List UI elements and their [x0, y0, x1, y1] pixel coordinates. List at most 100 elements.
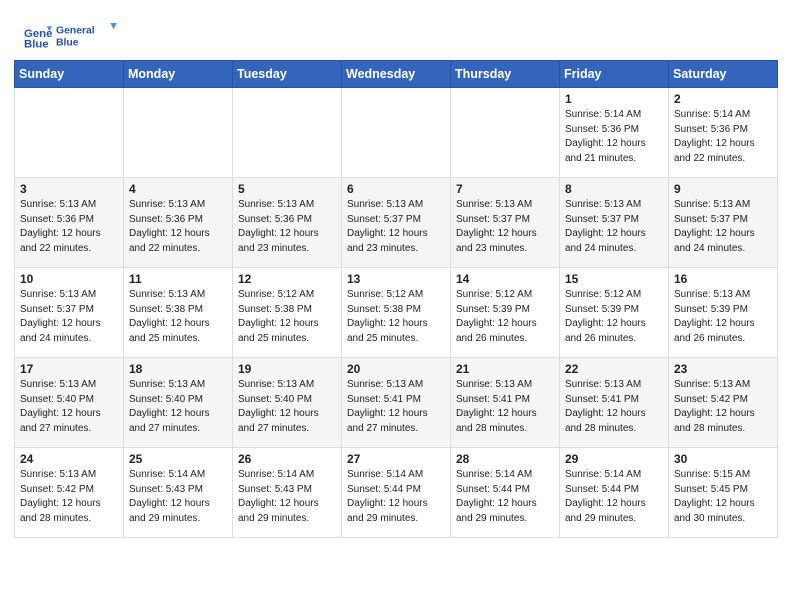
day-info: Sunrise: 5:15 AMSunset: 5:45 PMDaylight:… [674, 468, 772, 526]
day-info: Sunrise: 5:14 AMSunset: 5:36 PMDaylight:… [565, 108, 663, 166]
logo: General Blue General Blue [24, 18, 120, 52]
day-cell: 2 Sunrise: 5:14 AMSunset: 5:36 PMDaylight… [669, 88, 778, 178]
day-cell [233, 88, 342, 178]
day-number: 23 [674, 362, 772, 376]
day-number: 13 [347, 272, 445, 286]
day-cell: 25 Sunrise: 5:14 AMSunset: 5:43 PMDayligh… [124, 448, 233, 538]
day-info: Sunrise: 5:14 AMSunset: 5:43 PMDaylight:… [238, 468, 336, 526]
day-cell: 26 Sunrise: 5:14 AMSunset: 5:43 PMDayligh… [233, 448, 342, 538]
day-cell: 16 Sunrise: 5:13 AMSunset: 5:39 PMDayligh… [669, 268, 778, 358]
day-number: 18 [129, 362, 227, 376]
day-number: 28 [456, 452, 554, 466]
day-cell: 23 Sunrise: 5:13 AMSunset: 5:42 PMDayligh… [669, 358, 778, 448]
day-info: Sunrise: 5:13 AMSunset: 5:42 PMDaylight:… [674, 378, 772, 436]
day-info: Sunrise: 5:13 AMSunset: 5:36 PMDaylight:… [129, 198, 227, 256]
day-info: Sunrise: 5:13 AMSunset: 5:37 PMDaylight:… [20, 288, 118, 346]
week-row-1: 1 Sunrise: 5:14 AMSunset: 5:36 PMDaylight… [15, 88, 778, 178]
day-cell [124, 88, 233, 178]
day-info: Sunrise: 5:13 AMSunset: 5:40 PMDaylight:… [20, 378, 118, 436]
day-info: Sunrise: 5:14 AMSunset: 5:44 PMDaylight:… [456, 468, 554, 526]
day-number: 10 [20, 272, 118, 286]
day-number: 11 [129, 272, 227, 286]
day-number: 21 [456, 362, 554, 376]
svg-text:Blue: Blue [56, 37, 79, 48]
week-row-5: 24 Sunrise: 5:13 AMSunset: 5:42 PMDayligh… [15, 448, 778, 538]
day-cell: 18 Sunrise: 5:13 AMSunset: 5:40 PMDayligh… [124, 358, 233, 448]
calendar-wrapper: SundayMondayTuesdayWednesdayThursdayFrid… [0, 60, 792, 552]
day-number: 24 [20, 452, 118, 466]
day-number: 16 [674, 272, 772, 286]
logo-icon: General Blue [24, 21, 52, 49]
svg-text:Blue: Blue [24, 38, 49, 49]
day-cell: 13 Sunrise: 5:12 AMSunset: 5:38 PMDayligh… [342, 268, 451, 358]
day-number: 6 [347, 182, 445, 196]
day-info: Sunrise: 5:14 AMSunset: 5:36 PMDaylight:… [674, 108, 772, 166]
day-number: 15 [565, 272, 663, 286]
day-cell: 11 Sunrise: 5:13 AMSunset: 5:38 PMDayligh… [124, 268, 233, 358]
day-number: 1 [565, 92, 663, 106]
day-cell: 21 Sunrise: 5:13 AMSunset: 5:41 PMDayligh… [451, 358, 560, 448]
day-number: 26 [238, 452, 336, 466]
day-info: Sunrise: 5:12 AMSunset: 5:38 PMDaylight:… [238, 288, 336, 346]
day-info: Sunrise: 5:13 AMSunset: 5:42 PMDaylight:… [20, 468, 118, 526]
day-info: Sunrise: 5:12 AMSunset: 5:39 PMDaylight:… [456, 288, 554, 346]
week-row-2: 3 Sunrise: 5:13 AMSunset: 5:36 PMDaylight… [15, 178, 778, 268]
day-number: 20 [347, 362, 445, 376]
day-number: 2 [674, 92, 772, 106]
day-number: 14 [456, 272, 554, 286]
header-cell-sunday: Sunday [15, 61, 124, 88]
day-cell: 3 Sunrise: 5:13 AMSunset: 5:36 PMDaylight… [15, 178, 124, 268]
day-info: Sunrise: 5:13 AMSunset: 5:37 PMDaylight:… [347, 198, 445, 256]
week-row-3: 10 Sunrise: 5:13 AMSunset: 5:37 PMDayligh… [15, 268, 778, 358]
day-number: 4 [129, 182, 227, 196]
day-info: Sunrise: 5:13 AMSunset: 5:39 PMDaylight:… [674, 288, 772, 346]
day-number: 9 [674, 182, 772, 196]
day-info: Sunrise: 5:13 AMSunset: 5:37 PMDaylight:… [456, 198, 554, 256]
day-info: Sunrise: 5:13 AMSunset: 5:40 PMDaylight:… [238, 378, 336, 436]
day-cell: 8Sunrise: 5:13 AMSunset: 5:37 PMDaylight… [560, 178, 669, 268]
day-cell: 10 Sunrise: 5:13 AMSunset: 5:37 PMDayligh… [15, 268, 124, 358]
day-cell: 1 Sunrise: 5:14 AMSunset: 5:36 PMDaylight… [560, 88, 669, 178]
day-info: Sunrise: 5:12 AMSunset: 5:38 PMDaylight:… [347, 288, 445, 346]
day-cell: 14 Sunrise: 5:12 AMSunset: 5:39 PMDayligh… [451, 268, 560, 358]
day-number: 8 [565, 182, 663, 196]
day-info: Sunrise: 5:14 AMSunset: 5:44 PMDaylight:… [347, 468, 445, 526]
day-cell: 4 Sunrise: 5:13 AMSunset: 5:36 PMDaylight… [124, 178, 233, 268]
day-info: Sunrise: 5:13 AMSunset: 5:37 PMDaylight:… [674, 198, 772, 256]
header-cell-wednesday: Wednesday [342, 61, 451, 88]
day-number: 27 [347, 452, 445, 466]
day-cell: 17 Sunrise: 5:13 AMSunset: 5:40 PMDayligh… [15, 358, 124, 448]
day-cell [342, 88, 451, 178]
day-info: Sunrise: 5:13 AMSunset: 5:41 PMDaylight:… [565, 378, 663, 436]
day-info: Sunrise: 5:14 AMSunset: 5:44 PMDaylight:… [565, 468, 663, 526]
day-cell: 24 Sunrise: 5:13 AMSunset: 5:42 PMDayligh… [15, 448, 124, 538]
day-info: Sunrise: 5:13 AMSunset: 5:41 PMDaylight:… [347, 378, 445, 436]
page-header: General Blue General Blue [0, 0, 792, 60]
day-number: 3 [20, 182, 118, 196]
day-cell: 30 Sunrise: 5:15 AMSunset: 5:45 PMDayligh… [669, 448, 778, 538]
day-number: 29 [565, 452, 663, 466]
day-cell: 22Sunrise: 5:13 AMSunset: 5:41 PMDayligh… [560, 358, 669, 448]
day-info: Sunrise: 5:13 AMSunset: 5:36 PMDaylight:… [20, 198, 118, 256]
day-cell: 20 Sunrise: 5:13 AMSunset: 5:41 PMDayligh… [342, 358, 451, 448]
day-number: 30 [674, 452, 772, 466]
svg-text:General: General [56, 25, 95, 36]
calendar-header-row: SundayMondayTuesdayWednesdayThursdayFrid… [15, 61, 778, 88]
day-cell: 19Sunrise: 5:13 AMSunset: 5:40 PMDayligh… [233, 358, 342, 448]
day-cell: 27 Sunrise: 5:14 AMSunset: 5:44 PMDayligh… [342, 448, 451, 538]
day-cell [15, 88, 124, 178]
day-number: 17 [20, 362, 118, 376]
day-cell: 7 Sunrise: 5:13 AMSunset: 5:37 PMDaylight… [451, 178, 560, 268]
day-number: 7 [456, 182, 554, 196]
day-info: Sunrise: 5:13 AMSunset: 5:36 PMDaylight:… [238, 198, 336, 256]
day-info: Sunrise: 5:14 AMSunset: 5:43 PMDaylight:… [129, 468, 227, 526]
day-cell: 5Sunrise: 5:13 AMSunset: 5:36 PMDaylight… [233, 178, 342, 268]
day-cell: 29 Sunrise: 5:14 AMSunset: 5:44 PMDayligh… [560, 448, 669, 538]
day-info: Sunrise: 5:13 AMSunset: 5:41 PMDaylight:… [456, 378, 554, 436]
day-info: Sunrise: 5:13 AMSunset: 5:38 PMDaylight:… [129, 288, 227, 346]
day-number: 25 [129, 452, 227, 466]
header-cell-friday: Friday [560, 61, 669, 88]
header-cell-tuesday: Tuesday [233, 61, 342, 88]
day-info: Sunrise: 5:13 AMSunset: 5:40 PMDaylight:… [129, 378, 227, 436]
day-cell: 9 Sunrise: 5:13 AMSunset: 5:37 PMDaylight… [669, 178, 778, 268]
